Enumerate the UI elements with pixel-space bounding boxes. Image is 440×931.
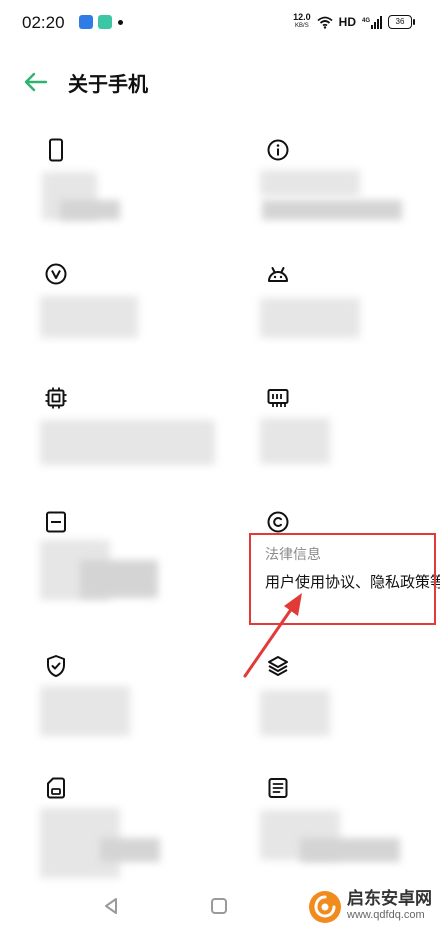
notification-app-icon [79, 15, 93, 29]
sim-value [100, 838, 160, 862]
info-value [262, 200, 402, 220]
page-title: 关于手机 [68, 74, 148, 96]
annotation-arrow-icon [243, 593, 302, 678]
info-value [260, 170, 360, 196]
app-header: 关于手机 [0, 56, 440, 106]
storage-icon [46, 511, 66, 533]
copyright-icon [267, 511, 289, 533]
watermark-url: www.qdfdq.com [347, 909, 425, 921]
status-time: 02:20 [22, 13, 65, 32]
status-bar: 02:20 12.0 KB/S HD 4G 36 [0, 0, 440, 46]
watermark: 启东安卓网 www.qdfdq.com [307, 889, 432, 925]
storage-value [80, 560, 158, 598]
notification-dot-icon [118, 20, 123, 25]
notification-app-icon [98, 15, 112, 29]
network-speed: 12.0 KB/S [293, 13, 311, 31]
battery-icon: 36 [388, 15, 415, 29]
hd-label: HD [338, 15, 356, 29]
device-name-value [60, 200, 120, 220]
processor-value [40, 420, 215, 465]
phone-icon [49, 138, 63, 162]
status-indicators: 12.0 KB/S HD 4G 36 [293, 13, 415, 31]
memory-icon [267, 389, 289, 407]
shield-check-icon [47, 655, 65, 677]
watermark-logo-icon [309, 891, 341, 923]
network-speed-unit: KB/S [295, 23, 309, 29]
watermark-name: 启东安卓网 [347, 889, 432, 908]
version-icon [45, 263, 67, 285]
security-value [40, 686, 130, 736]
wifi-icon [317, 16, 333, 29]
network-speed-value: 12.0 [293, 12, 311, 22]
info-icon [267, 139, 289, 161]
document-icon [268, 778, 288, 798]
sim-card-icon [47, 777, 65, 799]
android-icon [268, 267, 288, 282]
android-version-value [260, 298, 360, 338]
signal-icon: 4G [362, 15, 382, 29]
nav-home-icon[interactable] [206, 893, 232, 919]
nav-back-icon[interactable] [98, 893, 124, 919]
document-value [300, 838, 400, 862]
back-arrow-icon[interactable] [22, 68, 50, 96]
svg-text:4G: 4G [362, 18, 370, 24]
processor-chip-icon [45, 387, 67, 409]
layers-value [260, 690, 330, 736]
memory-value [260, 418, 330, 464]
version-value [40, 296, 138, 338]
